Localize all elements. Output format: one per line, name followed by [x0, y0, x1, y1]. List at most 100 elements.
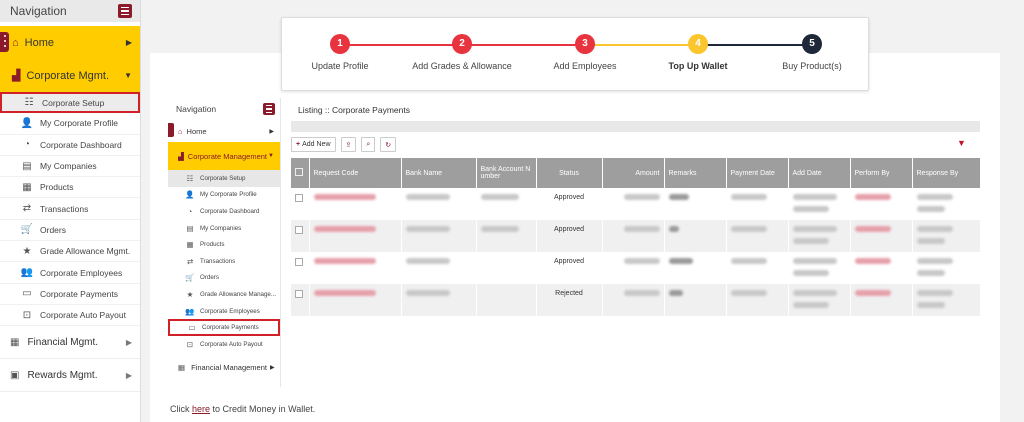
- step-number: 5: [802, 34, 822, 54]
- sidebar-item-orders[interactable]: 🛒 Orders: [0, 220, 140, 242]
- embedded-sidebar-item-my-companies[interactable]: ▤ My Companies: [168, 220, 280, 237]
- cash-icon: ⊡: [186, 339, 194, 349]
- redacted-value: [854, 226, 891, 232]
- column-header[interactable]: Remarks: [664, 158, 727, 188]
- arrows-icon: ⇄: [186, 256, 194, 266]
- chart-icon: ▟: [12, 70, 21, 82]
- step-update-profile[interactable]: 1 Update Profile: [280, 34, 400, 71]
- step-add-employees[interactable]: 3 Add Employees: [525, 34, 645, 71]
- embedded-sidebar-item-transactions[interactable]: ⇄ Transactions: [168, 253, 280, 270]
- user-icon: 👤: [185, 190, 195, 200]
- redacted-value: [916, 258, 953, 264]
- redacted-value: [668, 194, 689, 200]
- search-button[interactable]: ⌕: [361, 137, 376, 152]
- embedded-sidebar-item-corporate-setup[interactable]: ☷ Corporate Setup: [168, 170, 280, 187]
- embedded-sidebar-item-corporate-dashboard[interactable]: ◔ Corporate Dashboard: [168, 203, 280, 220]
- credit-wallet-link[interactable]: here: [192, 404, 210, 414]
- embedded-nav-corporate-management[interactable]: ▟ Corporate Management ▼: [168, 142, 280, 170]
- column-header[interactable]: Perform By: [850, 158, 913, 188]
- sidebar-item-corporate-auto-payout[interactable]: ⊡ Corporate Auto Payout: [0, 305, 140, 327]
- column-header[interactable]: Response By: [912, 158, 981, 188]
- embedded-nav-title: Navigation: [176, 104, 217, 114]
- credit-wallet-note: Click here to Credit Money in Wallet.: [170, 404, 315, 414]
- table-row[interactable]: Approved: [291, 252, 981, 284]
- step-number: 3: [575, 34, 595, 54]
- menu-toggle-icon[interactable]: [118, 4, 132, 18]
- redacted-cell: [602, 252, 665, 284]
- embedded-sidebar-item-orders[interactable]: 🛒 Orders: [168, 270, 280, 287]
- nav-item-financial-mgmt[interactable]: ▦ Financial Mgmt. ▶: [0, 326, 140, 360]
- nav-item-corporate-mgmt[interactable]: ▟ Corporate Mgmt. ▼: [0, 59, 140, 92]
- sidebar-item-corporate-employees[interactable]: 👥 Corporate Employees: [0, 262, 140, 284]
- sidebar-item-grade-allowance-mgmt[interactable]: ★ Grade Allowance Mgmt.: [0, 241, 140, 263]
- sidebar-item-label: My Companies: [40, 161, 97, 172]
- embedded-corporate-submenu: ☷ Corporate Setup 👤 My Corporate Profile ◔ Co…: [168, 170, 280, 353]
- column-header[interactable]: Status: [536, 158, 603, 188]
- select-all-checkbox[interactable]: [291, 158, 310, 188]
- nav-item-rewards-mgmt[interactable]: ▣ Rewards Mgmt. ▶: [0, 359, 140, 393]
- sidebar-item-label: Products: [200, 241, 225, 249]
- nav-item-label: Financial Management: [191, 363, 267, 373]
- credit-suffix: to Credit Money in Wallet.: [212, 404, 316, 414]
- table-row[interactable]: Rejected: [291, 284, 981, 316]
- sidebar-item-my-companies[interactable]: ▤ My Companies: [0, 156, 140, 178]
- sidebar-item-corporate-dashboard[interactable]: ◔ Corporate Dashboard: [0, 135, 140, 156]
- column-header[interactable]: Amount: [602, 158, 665, 188]
- row-checkbox[interactable]: [291, 188, 310, 220]
- side-handle-icon[interactable]: [0, 32, 9, 52]
- column-header[interactable]: Bank Account N umber: [476, 158, 537, 188]
- add-new-button[interactable]: + Add New: [291, 137, 336, 152]
- export-icon: ⇪: [345, 141, 352, 149]
- column-header[interactable]: Add Date: [788, 158, 851, 188]
- embedded-nav-financial[interactable]: ▦ Financial Management ▶: [168, 357, 280, 379]
- nav-header: Navigation: [0, 0, 140, 22]
- embedded-sidebar-item-products[interactable]: ▦ Products: [168, 236, 280, 253]
- column-header[interactable]: Bank Name: [401, 158, 477, 188]
- embedded-sidebar-item-my-corporate-profile[interactable]: 👤 My Corporate Profile: [168, 187, 280, 204]
- embedded-sidebar-item-corporate-auto-payout[interactable]: ⊡ Corporate Auto Payout: [168, 336, 280, 353]
- embedded-sidebar-item-corporate-payments[interactable]: ▭ Corporate Payments: [168, 319, 280, 336]
- nav-item-label: Corporate Mgmt.: [26, 69, 109, 82]
- export-button[interactable]: ⇪: [340, 137, 357, 152]
- redacted-value: [792, 238, 829, 244]
- sidebar-item-label: Corporate Setup: [42, 97, 105, 108]
- column-header[interactable]: Request Code: [309, 158, 402, 188]
- chevron-right-icon: ▶: [125, 370, 132, 380]
- sidebar-item-label: Corporate Payments: [40, 288, 118, 299]
- sidebar-item-corporate-setup[interactable]: ☷ Corporate Setup: [0, 92, 140, 114]
- redacted-value: [916, 206, 945, 212]
- step-buy-products[interactable]: 5 Buy Product(s): [752, 34, 872, 71]
- redacted-value: [668, 226, 679, 232]
- redacted-cell: [788, 284, 851, 316]
- table-row[interactable]: Approved: [291, 188, 981, 220]
- table-row[interactable]: Approved: [291, 220, 981, 252]
- payments-table: Request Code Bank Name Bank Account N um…: [291, 158, 981, 316]
- row-checkbox[interactable]: [291, 220, 310, 252]
- refresh-icon: ↻: [385, 141, 392, 149]
- step-add-grades[interactable]: 2 Add Grades & Allowance: [402, 34, 522, 71]
- sidebar-item-my-corporate-profile[interactable]: 👤 My Corporate Profile: [0, 113, 140, 135]
- nav-item-label: Corporate Management: [187, 151, 267, 161]
- filter-icon[interactable]: ▼: [957, 138, 966, 148]
- step-top-up-wallet[interactable]: 4 Top Up Wallet: [638, 34, 758, 71]
- menu-toggle-icon[interactable]: [263, 103, 275, 115]
- redacted-value: [916, 302, 945, 308]
- sidebar-item-corporate-payments[interactable]: ▭ Corporate Payments: [0, 284, 140, 305]
- redacted-value: [730, 226, 767, 232]
- sidebar-item-transactions[interactable]: ⇄ Transactions: [0, 198, 140, 220]
- chevron-right-icon: ▶: [269, 128, 274, 135]
- sidebar-item-products[interactable]: ▦ Products: [0, 177, 140, 199]
- refresh-button[interactable]: ↻: [380, 137, 397, 152]
- embedded-sidebar-item-grade-allowance-manage[interactable]: ★ Grade Allowance Manage...: [168, 286, 280, 303]
- redacted-cell: [726, 188, 789, 220]
- nav-item-home[interactable]: ⌂ Home ▶: [0, 26, 140, 59]
- row-checkbox[interactable]: [291, 284, 310, 316]
- row-checkbox[interactable]: [291, 252, 310, 284]
- column-header[interactable]: Payment Date: [726, 158, 789, 188]
- home-icon: ⌂: [178, 126, 183, 136]
- redacted-cell: [309, 188, 402, 220]
- embedded-nav-home[interactable]: ⌂ Home ▶: [168, 120, 280, 142]
- redacted-value: [916, 226, 953, 232]
- redacted-cell: [602, 284, 665, 316]
- embedded-sidebar-item-corporate-employees[interactable]: 👥 Corporate Employees: [168, 303, 280, 320]
